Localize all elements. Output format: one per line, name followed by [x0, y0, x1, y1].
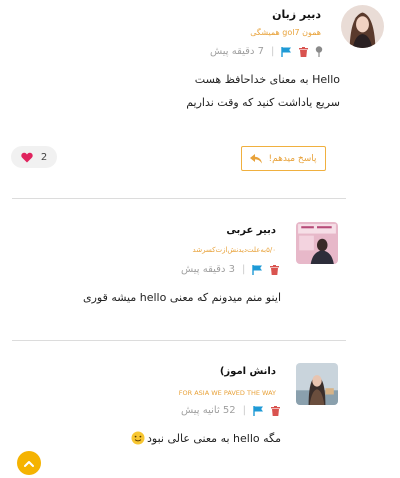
flag-icon[interactable] — [253, 405, 264, 416]
reply-button-label: پاسخ میدهم! — [268, 153, 317, 164]
comment-text: مگه hello به معنی عالی نبود — [147, 431, 281, 445]
scroll-to-top-button[interactable] — [17, 451, 41, 475]
comment-time: 7 دقیقه پیش — [210, 46, 264, 57]
comment-line: مگه hello به معنی عالی نبود — [131, 431, 281, 445]
meta-separator: | — [242, 405, 247, 416]
pin-icon[interactable] — [315, 46, 323, 57]
comments-page: دبیر زبان همون gol7 همیشگی 7 دقیقه پیش |… — [0, 0, 400, 478]
author-name[interactable]: دانش اموز) — [220, 366, 276, 377]
like-button[interactable]: 2 — [11, 146, 57, 168]
comment-line: سریع یاداشت کنید که وقت نداریم — [186, 96, 340, 109]
divider — [12, 198, 346, 199]
avatar[interactable] — [296, 363, 338, 405]
trash-icon[interactable] — [271, 405, 281, 416]
meta-separator: | — [241, 264, 246, 275]
author-name[interactable]: دبیر عربی — [226, 225, 276, 236]
comment-meta: 3 دقیقه پیش | — [181, 264, 280, 275]
comment-line: اینو منم میدونم که معنی hello میشه قوری — [82, 291, 281, 304]
comment-time: 3 دقیقه پیش — [181, 264, 235, 275]
comment-meta: 7 دقیقه پیش | — [210, 46, 323, 57]
reply-arrow-icon — [250, 153, 263, 164]
reply-button[interactable]: پاسخ میدهم! — [241, 146, 326, 171]
divider — [12, 340, 346, 341]
meta-separator: | — [270, 46, 275, 57]
avatar[interactable] — [341, 5, 384, 48]
emoji-icon — [131, 431, 145, 445]
comment-meta: 52 ثانیه پیش | — [181, 405, 281, 416]
like-count: 2 — [40, 151, 48, 163]
trash-icon[interactable] — [270, 264, 280, 275]
flag-icon[interactable] — [252, 264, 263, 275]
trash-icon[interactable] — [299, 46, 309, 57]
author-subtitle: ۵/۰به‌علت‌دیدنش‌ازت‌کسرشد — [192, 246, 276, 254]
author-subtitle: همون gol7 همیشگی — [250, 28, 321, 37]
flag-icon[interactable] — [281, 46, 292, 57]
comment-line: Hello به معنای خداحافظ هست — [194, 73, 340, 86]
author-name[interactable]: دبیر زبان — [272, 8, 321, 21]
heart-icon — [21, 152, 33, 163]
chevron-up-icon — [24, 460, 34, 467]
author-subtitle: FOR ASIA WE PAVED THE WAY — [178, 389, 276, 397]
avatar[interactable] — [296, 222, 338, 264]
comment-time: 52 ثانیه پیش — [181, 405, 236, 416]
